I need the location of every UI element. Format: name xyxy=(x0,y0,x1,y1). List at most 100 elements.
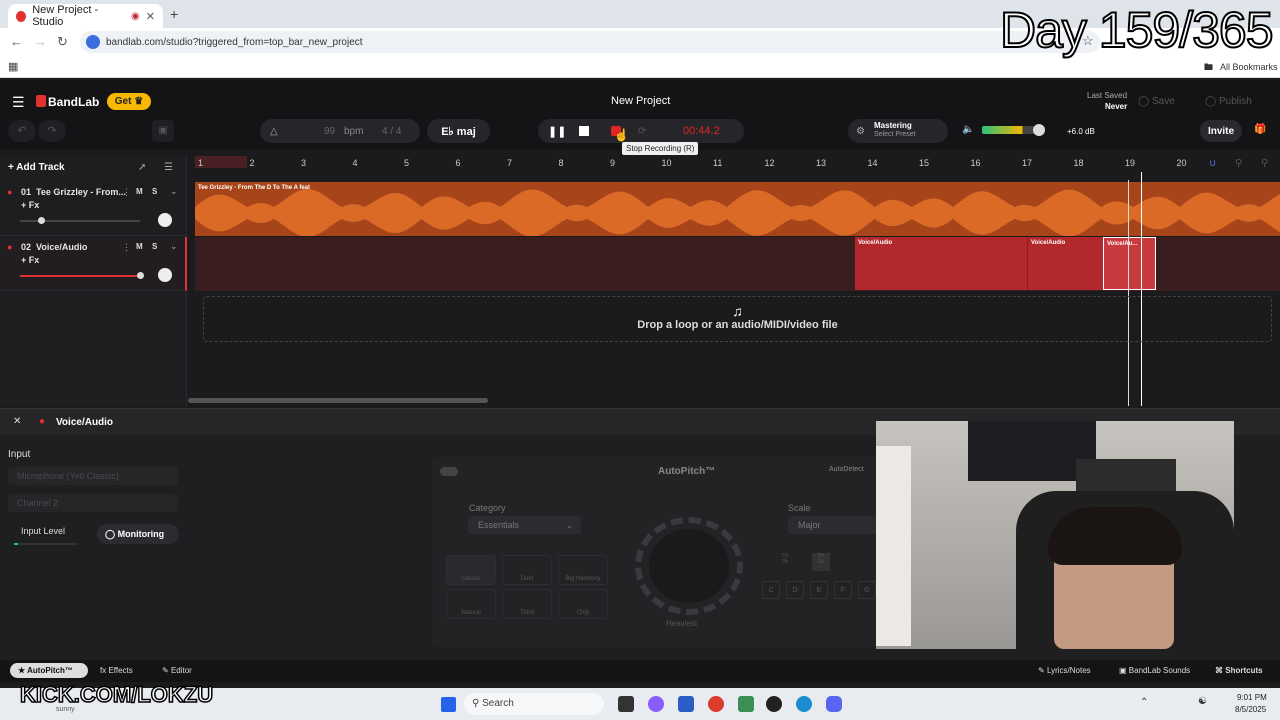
mute-button[interactable]: M xyxy=(136,242,143,251)
shortcuts-tab[interactable]: ⌘ Shortcuts xyxy=(1215,666,1263,675)
undo-icon[interactable]: ↶ xyxy=(8,120,36,142)
close-icon[interactable]: ✕ xyxy=(13,416,21,427)
audio-region[interactable]: Voice/Audio xyxy=(1027,237,1103,290)
save-button[interactable]: ◯ Save xyxy=(1138,92,1194,112)
track-name[interactable]: Voice/Audio xyxy=(36,242,87,252)
site-info-icon[interactable] xyxy=(86,35,100,49)
pause-icon[interactable]: ❚❚ xyxy=(548,125,566,138)
scale-select[interactable]: Major xyxy=(788,516,878,534)
note-key[interactable]: C xyxy=(762,581,780,599)
track2-lane[interactable]: Voice/Audio Voice/Audio Voice/Au... xyxy=(195,237,1280,291)
tray-chevron-icon[interactable]: ⌃ xyxy=(1140,697,1148,708)
mastering-button[interactable]: ⚙ Mastering Select Preset xyxy=(848,119,948,143)
menu-icon[interactable]: ☰ xyxy=(12,94,25,111)
track-row[interactable]: ● 02 Voice/Audio ⋮ M S ⌄ + Fx xyxy=(0,237,187,291)
input-device-select[interactable]: Microphone (Yeti Classic) xyxy=(8,467,178,485)
lyrics-tab[interactable]: ✎ Lyrics/Notes xyxy=(1038,666,1091,675)
automation-icon[interactable]: ➚ xyxy=(138,162,146,173)
track-volume-slider[interactable] xyxy=(20,217,140,224)
loop-icon[interactable]: ⟳ xyxy=(638,126,646,137)
stop-icon[interactable] xyxy=(579,126,589,136)
note-key[interactable]: C# Db xyxy=(776,553,794,571)
track-options-icon[interactable]: ⋮ xyxy=(122,242,131,253)
playhead[interactable] xyxy=(1141,172,1142,406)
bpm-value[interactable]: 99 xyxy=(324,126,335,137)
discord-icon[interactable] xyxy=(826,696,842,712)
taskbar-search[interactable]: ⚲ Search xyxy=(464,693,604,715)
copilot-icon[interactable] xyxy=(648,696,664,712)
add-track-button[interactable]: + Add Track xyxy=(8,162,65,173)
speaker-icon[interactable]: 🔈 xyxy=(962,124,974,135)
zoom-in-icon[interactable]: ⚲ xyxy=(1261,158,1268,169)
track-name[interactable]: Tee Grizzley - From... xyxy=(36,187,126,197)
preset-button[interactable]: Chip xyxy=(558,589,608,619)
solo-button[interactable]: S xyxy=(152,242,157,251)
browser-tab[interactable]: New Project - Studio ◉ ✕ xyxy=(8,4,163,28)
edge-icon[interactable] xyxy=(796,696,812,712)
audio-region[interactable]: Voice/Au... xyxy=(1103,237,1156,290)
wifi-icon[interactable]: ☯ xyxy=(1198,696,1207,707)
preset-button[interactable]: Natural xyxy=(446,589,496,619)
snap-magnet-icon[interactable]: ∪ xyxy=(1209,158,1216,169)
chevron-down-icon[interactable]: ⌄ xyxy=(170,241,178,252)
get-button[interactable]: Get ♛ xyxy=(107,93,151,110)
monitoring-button[interactable]: ◯ Monitoring xyxy=(97,524,179,544)
reload-icon[interactable]: ↻ xyxy=(57,34,68,50)
add-fx-button[interactable]: + Fx xyxy=(21,255,39,265)
preset-button[interactable]: Classic xyxy=(446,555,496,585)
new-tab-icon[interactable]: + xyxy=(170,6,178,22)
add-fx-button[interactable]: + Fx xyxy=(21,200,39,210)
audio-region[interactable]: Voice/Audio xyxy=(855,237,1027,290)
track-volume-slider[interactable] xyxy=(20,272,144,279)
autopitch-knob[interactable] xyxy=(635,517,743,615)
solo-button[interactable]: S xyxy=(152,187,157,196)
metronome-icon[interactable]: △ xyxy=(270,126,278,137)
forward-icon[interactable]: → xyxy=(34,34,47,49)
effects-tab[interactable]: fx Effects xyxy=(100,666,133,675)
chevron-down-icon[interactable]: ⌄ xyxy=(170,186,178,197)
redo-icon[interactable]: ↷ xyxy=(38,120,66,142)
autodetect-button[interactable]: AutoDetect xyxy=(829,466,864,473)
app-icon[interactable] xyxy=(738,696,754,712)
clock-date[interactable]: 8/5/2025 xyxy=(1235,705,1266,714)
note-key[interactable]: G xyxy=(858,581,876,599)
track-row[interactable]: ● 01 Tee Grizzley - From... ⋮ M S ⌄ + Fx xyxy=(0,182,187,236)
volume-knob-icon[interactable] xyxy=(1033,124,1045,136)
note-key[interactable]: D# Eb xyxy=(812,553,830,571)
timeline-ruler[interactable]: 1 2 3 4 5 6 7 8 9 10 11 12 13 14 15 16 17 18 19 20 ∪ ⚲ ⚲ xyxy=(195,156,1280,172)
windows-start-icon[interactable] xyxy=(441,697,456,712)
preset-button[interactable]: Big Harmony xyxy=(558,555,608,585)
category-select[interactable]: Essentials ⌄ xyxy=(468,516,581,534)
track1-region[interactable]: Tee Grizzley - From The D To The A feat xyxy=(195,182,1280,236)
file-explorer-icon[interactable] xyxy=(618,696,634,712)
editor-tab[interactable]: ✎ Editor xyxy=(162,666,192,675)
pan-knob-icon[interactable] xyxy=(158,213,172,227)
chrome-icon[interactable] xyxy=(708,696,724,712)
drop-zone[interactable]: ♫ Drop a loop or an audio/MIDI/video fil… xyxy=(203,296,1272,342)
project-title[interactable]: New Project xyxy=(611,95,670,107)
clock-time[interactable]: 9:01 PM xyxy=(1237,693,1267,702)
publish-button[interactable]: ◯ Publish xyxy=(1205,92,1271,112)
preset-button[interactable]: Duet xyxy=(502,555,552,585)
url-field[interactable]: bandlab.com/studio?triggered_from=top_ba… xyxy=(80,31,1100,53)
store-icon[interactable] xyxy=(678,696,694,712)
channel-select[interactable]: Channel 2 xyxy=(8,494,178,512)
master-volume-slider[interactable] xyxy=(982,126,1040,134)
key-selector[interactable]: E♭ maj xyxy=(427,119,490,143)
tab-close-icon[interactable]: ✕ xyxy=(146,10,155,23)
all-bookmarks-link[interactable]: All Bookmarks xyxy=(1220,62,1278,72)
track-options-icon[interactable]: ⋮ xyxy=(122,187,131,198)
note-key[interactable]: D xyxy=(786,581,804,599)
invite-button[interactable]: Invite xyxy=(1200,120,1242,142)
mute-button[interactable]: M xyxy=(136,187,143,196)
sounds-tab[interactable]: ▣ BandLab Sounds xyxy=(1119,666,1190,675)
time-signature[interactable]: 4 / 4 xyxy=(382,126,401,137)
note-key[interactable]: F xyxy=(834,581,852,599)
track-settings-icon[interactable]: ☰ xyxy=(164,162,173,173)
obs-icon[interactable] xyxy=(766,696,782,712)
horizontal-scrollbar[interactable] xyxy=(188,398,488,403)
gift-icon[interactable]: 🎁 xyxy=(1254,124,1266,135)
apps-grid-icon[interactable]: ▦ xyxy=(8,60,18,73)
pan-knob-icon[interactable] xyxy=(158,268,172,282)
zoom-out-icon[interactable]: ⚲ xyxy=(1235,158,1242,169)
